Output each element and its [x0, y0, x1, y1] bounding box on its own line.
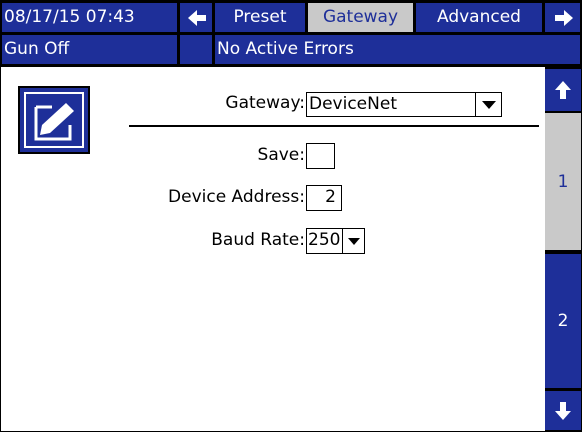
- error-status: No Active Errors: [215, 35, 580, 64]
- tab-advanced[interactable]: Advanced: [416, 3, 542, 32]
- baud-rate-select-value: 250: [308, 230, 341, 250]
- dropdown-arrow-icon: [481, 100, 496, 109]
- device-address-input[interactable]: 2: [306, 185, 342, 211]
- page-down-button[interactable]: [545, 391, 581, 430]
- tab-gateway[interactable]: Gateway: [308, 3, 413, 32]
- edit-button[interactable]: [18, 86, 90, 154]
- arrow-up-icon: [555, 81, 571, 99]
- dropdown-arrow-icon: [347, 237, 360, 245]
- page-scroller: 1 2: [545, 67, 581, 431]
- baud-rate-select[interactable]: 250: [306, 228, 365, 254]
- gateway-settings-panel: Gateway: DeviceNet Save: Device Address:…: [1, 67, 581, 431]
- tab-preset[interactable]: Preset: [215, 3, 305, 32]
- save-checkbox[interactable]: [306, 143, 335, 169]
- page-2-button[interactable]: 2: [545, 254, 581, 388]
- edit-icon: [34, 103, 74, 141]
- gateway-select[interactable]: DeviceNet: [306, 92, 502, 117]
- arrow-down-icon: [555, 401, 571, 420]
- status-indicator-box: [180, 35, 212, 64]
- baud-rate-dropdown-button[interactable]: [342, 229, 364, 253]
- gateway-dropdown-button[interactable]: [475, 93, 501, 116]
- section-divider: [129, 125, 539, 127]
- baud-rate-label: Baud Rate:: [211, 230, 305, 250]
- datetime-display: 08/17/15 07:43: [2, 3, 177, 32]
- display-screen: 08/17/15 07:43 Preset Gateway Advanced G…: [0, 0, 582, 432]
- next-screen-button[interactable]: [545, 3, 580, 32]
- status-header: 08/17/15 07:43 Preset Gateway Advanced G…: [1, 1, 581, 67]
- gun-status: Gun Off: [2, 35, 177, 64]
- gateway-select-value: DeviceNet: [309, 94, 397, 114]
- device-address-label: Device Address:: [168, 187, 305, 207]
- save-label: Save:: [257, 145, 305, 165]
- arrow-right-icon: [554, 9, 573, 26]
- arrow-left-icon: [188, 9, 206, 26]
- page-1-button[interactable]: 1: [545, 113, 581, 250]
- gateway-label: Gateway:: [225, 93, 305, 113]
- page-up-button[interactable]: [545, 69, 581, 111]
- prev-screen-button[interactable]: [180, 3, 212, 32]
